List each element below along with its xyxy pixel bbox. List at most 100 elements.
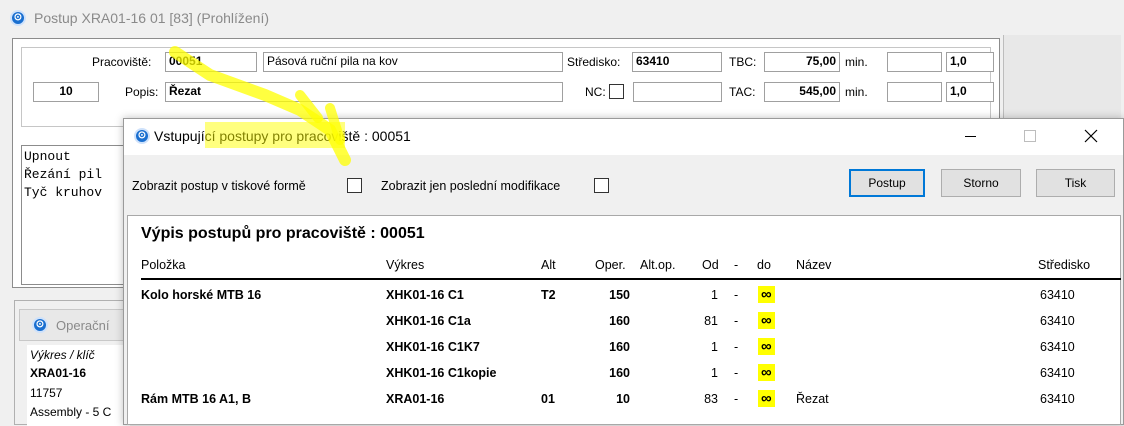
cell-vykres: XHK01-16 C1a bbox=[386, 314, 471, 328]
app-icon: ⊙ bbox=[10, 10, 26, 26]
col-stredisko: Středisko bbox=[1038, 258, 1091, 272]
notes-area[interactable]: Upnout Řezání pil Tyč kruhov bbox=[21, 145, 125, 285]
cell-od: 1 bbox=[711, 288, 718, 302]
cell-do: ∞ bbox=[758, 312, 775, 329]
table-row[interactable]: XHK01-16 C1a 160 81 - ∞ 63410 bbox=[128, 308, 1122, 334]
cell-stredisko: 63410 bbox=[1040, 340, 1075, 354]
header-divider bbox=[141, 278, 1121, 280]
col-polozka: Položka bbox=[141, 258, 186, 272]
tac-extra-field[interactable] bbox=[887, 82, 942, 102]
dialog-window: ⊙ Vstupující postupy pro pracoviště : 00… bbox=[123, 118, 1124, 425]
last-mod-checkbox[interactable] bbox=[594, 178, 609, 193]
print-form-label: Zobrazit postup v tiskové formě bbox=[132, 179, 306, 193]
cell-do: ∞ bbox=[758, 390, 775, 407]
side-list-row[interactable]: 11757 bbox=[30, 386, 62, 400]
dialog-icon: ⊙ bbox=[134, 128, 150, 144]
dialog-title: Vstupující postupy pro pracoviště : 0005… bbox=[154, 128, 411, 144]
tac-label: TAC: bbox=[729, 85, 756, 99]
side-list-row[interactable]: Assembly - 5 C bbox=[30, 405, 111, 419]
dialog-title-bar: ⊙ Vstupující postupy pro pracoviště : 00… bbox=[124, 119, 1123, 155]
cell-alt: T2 bbox=[541, 288, 556, 302]
cell-polozka: Kolo horské MTB 16 bbox=[141, 288, 262, 302]
cell-od: 81 bbox=[704, 314, 718, 328]
cell-oper: 150 bbox=[609, 288, 630, 302]
operacni-panel: ⊙ Operační Výkres / klíč XRA01-16 11757 … bbox=[14, 300, 130, 426]
report-title: Výpis postupů pro pracoviště : 00051 bbox=[141, 225, 425, 242]
pracoviste-field[interactable]: 00051 bbox=[165, 52, 257, 72]
nc-field[interactable] bbox=[633, 82, 722, 102]
cell-oper: 160 bbox=[609, 366, 630, 380]
notes-line: Řezání pil bbox=[24, 167, 103, 182]
cell-oper: 160 bbox=[609, 314, 630, 328]
maximize-icon[interactable] bbox=[1024, 130, 1036, 142]
cell-stredisko: 63410 bbox=[1040, 314, 1075, 328]
print-form-checkbox[interactable] bbox=[347, 178, 362, 193]
col-oper: Oper. bbox=[595, 258, 626, 272]
notes-line: Upnout bbox=[24, 149, 71, 164]
cell-do: ∞ bbox=[758, 364, 775, 381]
cell-dash: - bbox=[734, 392, 739, 406]
tbc-extra-field[interactable] bbox=[887, 52, 942, 72]
tbc-label: TBC: bbox=[729, 55, 757, 69]
cell-polozka: Rám MTB 16 A1, B bbox=[141, 392, 251, 406]
col-dash: - bbox=[734, 258, 739, 272]
storno-button[interactable]: Storno bbox=[941, 169, 1021, 197]
col-od: Od bbox=[702, 258, 719, 272]
cell-stredisko: 63410 bbox=[1040, 392, 1075, 406]
cell-stredisko: 63410 bbox=[1040, 288, 1075, 302]
cell-stredisko: 63410 bbox=[1040, 366, 1075, 380]
cell-oper: 10 bbox=[616, 392, 630, 406]
cell-dash: - bbox=[734, 314, 739, 328]
main-window-title: Postup XRA01-16 01 [83] (Prohlížení) bbox=[34, 10, 270, 26]
cell-vykres: XRA01-16 bbox=[386, 392, 445, 406]
operacni-icon: ⊙ bbox=[32, 317, 48, 333]
side-list-row[interactable]: XRA01-16 bbox=[30, 366, 86, 380]
cell-od: 1 bbox=[711, 340, 718, 354]
col-altop: Alt.op. bbox=[640, 258, 676, 272]
operacni-panel-header: ⊙ Operační bbox=[19, 309, 127, 341]
notes-line: Tyč kruhov bbox=[24, 185, 103, 200]
cell-vykres: XHK01-16 C1 bbox=[386, 288, 464, 302]
cell-nazev: Řezat bbox=[796, 392, 829, 406]
tac-factor-field[interactable]: 1,0 bbox=[946, 82, 994, 102]
popis-field[interactable]: Řezat bbox=[165, 82, 563, 102]
nc-checkbox[interactable] bbox=[609, 84, 624, 99]
dialog-toolbar: Zobrazit postup v tiskové formě Zobrazit… bbox=[124, 155, 1123, 215]
tisk-button[interactable]: Tisk bbox=[1036, 169, 1115, 197]
col-nazev: Název bbox=[796, 258, 832, 272]
close-icon[interactable] bbox=[1079, 125, 1103, 147]
cell-dash: - bbox=[734, 366, 739, 380]
col-alt: Alt bbox=[541, 258, 556, 272]
tbc-field[interactable]: 75,00 bbox=[764, 52, 840, 72]
tbc-unit: min. bbox=[845, 55, 868, 69]
pracoviste-label: Pracoviště: bbox=[92, 55, 152, 69]
table-row[interactable]: Kolo horské MTB 16 XHK01-16 C1 T2 150 1 … bbox=[128, 282, 1122, 308]
minimize-icon[interactable] bbox=[962, 128, 978, 144]
nc-label: NC: bbox=[585, 85, 606, 99]
op-number-field[interactable]: 10 bbox=[33, 82, 99, 102]
table-row[interactable]: Rám MTB 16 A1, B XRA01-16 01 10 83 - ∞ Ř… bbox=[128, 386, 1122, 412]
cell-od: 83 bbox=[704, 392, 718, 406]
stredisko-label: Středisko: bbox=[567, 55, 621, 69]
cell-do: ∞ bbox=[758, 286, 775, 303]
tbc-factor-field[interactable]: 1,0 bbox=[946, 52, 994, 72]
pracoviste-name-field[interactable]: Pásová ruční pila na kov bbox=[263, 52, 563, 72]
side-list-header: Výkres / klíč bbox=[30, 348, 95, 362]
cell-alt: 01 bbox=[541, 392, 555, 406]
operacni-title: Operační bbox=[56, 318, 110, 333]
col-do: do bbox=[757, 258, 771, 272]
last-mod-label: Zobrazit jen poslední modifikace bbox=[381, 179, 561, 193]
table-row[interactable]: XHK01-16 C1K7 160 1 - ∞ 63410 bbox=[128, 334, 1122, 360]
main-title-bar: ⊙ Postup XRA01-16 01 [83] (Prohlížení) bbox=[0, 0, 1124, 34]
postup-button[interactable]: Postup bbox=[849, 169, 925, 197]
cell-od: 1 bbox=[711, 366, 718, 380]
cell-vykres: XHK01-16 C1kopie bbox=[386, 366, 497, 380]
cell-do: ∞ bbox=[758, 338, 775, 355]
cell-vykres: XHK01-16 C1K7 bbox=[386, 340, 480, 354]
table-row[interactable]: XHK01-16 C1kopie 160 1 - ∞ 63410 bbox=[128, 360, 1122, 386]
stredisko-field[interactable]: 63410 bbox=[632, 52, 722, 72]
cell-dash: - bbox=[734, 340, 739, 354]
tac-field[interactable]: 545,00 bbox=[764, 82, 840, 102]
cell-oper: 160 bbox=[609, 340, 630, 354]
report-area: Výpis postupů pro pracoviště : 00051 Pol… bbox=[127, 215, 1121, 425]
